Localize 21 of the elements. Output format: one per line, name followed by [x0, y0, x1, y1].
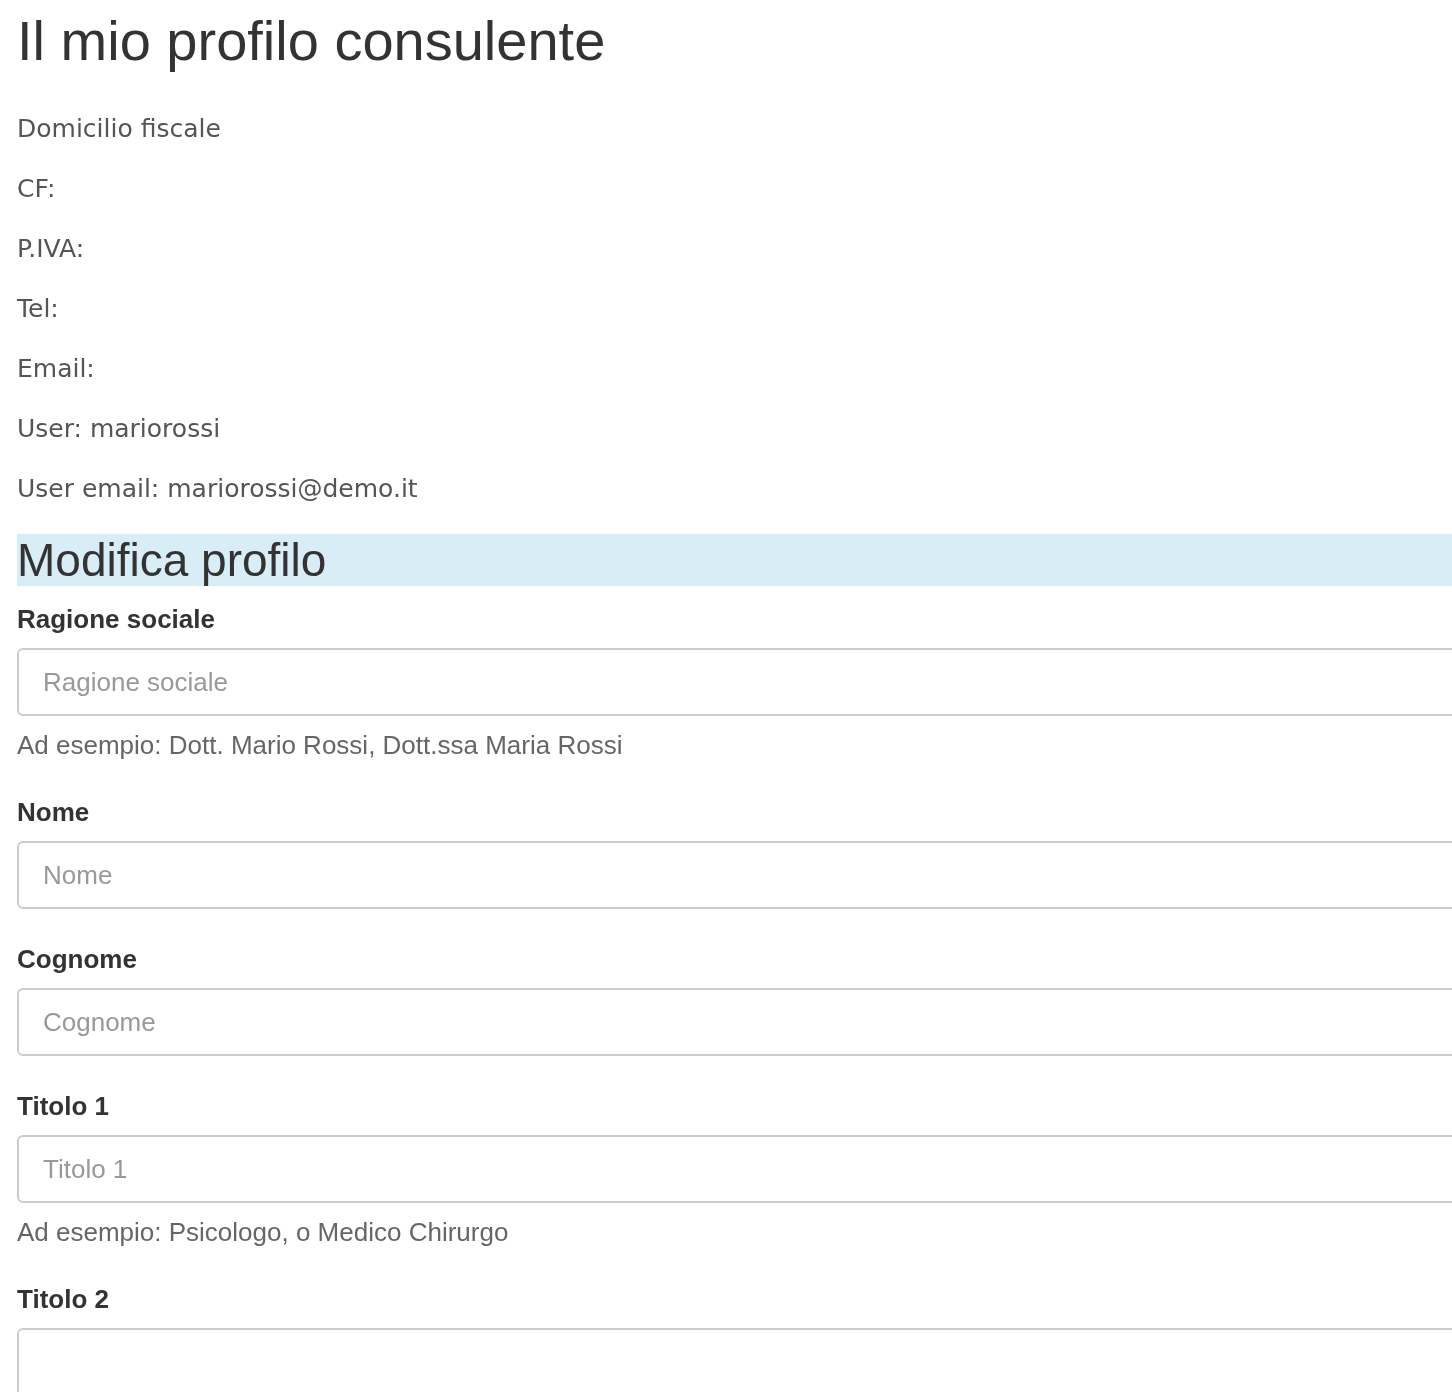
input-field[interactable]: Titolo 1 — [17, 1135, 1452, 1203]
field-label: Titolo 2 — [17, 1284, 110, 1314]
profile-info-line: Email: — [17, 354, 95, 385]
page-title: Il mio profilo consulente — [17, 8, 607, 74]
field-label: Titolo 1 — [17, 1091, 110, 1121]
help-text: Ad esempio: Psicologo, o Medico Chirurgo — [17, 1217, 510, 1247]
section-heading: Modifica profilo — [17, 534, 1452, 586]
input-field[interactable] — [17, 1328, 1452, 1392]
input-field[interactable]: Cognome — [17, 988, 1452, 1056]
field-label: Nome — [17, 797, 91, 827]
field-label: Cognome — [17, 944, 138, 974]
profile-info-line: P.IVA: — [17, 234, 85, 265]
profile-info-line: Domicilio fiscale — [17, 114, 221, 145]
input-field[interactable]: Nome — [17, 841, 1452, 909]
field-label: Ragione sociale — [17, 604, 216, 634]
profile-info-line: User: mariorossi — [17, 414, 221, 445]
profile-info-line: Tel: — [17, 294, 59, 325]
input-field[interactable]: Ragione sociale — [17, 648, 1452, 716]
profile-info-line: CF: — [17, 174, 56, 205]
help-text: Ad esempio: Dott. Mario Rossi, Dott.ssa Maria Rossi — [17, 730, 624, 760]
profile-info-line: User email: mariorossi@demo.it — [17, 474, 418, 505]
